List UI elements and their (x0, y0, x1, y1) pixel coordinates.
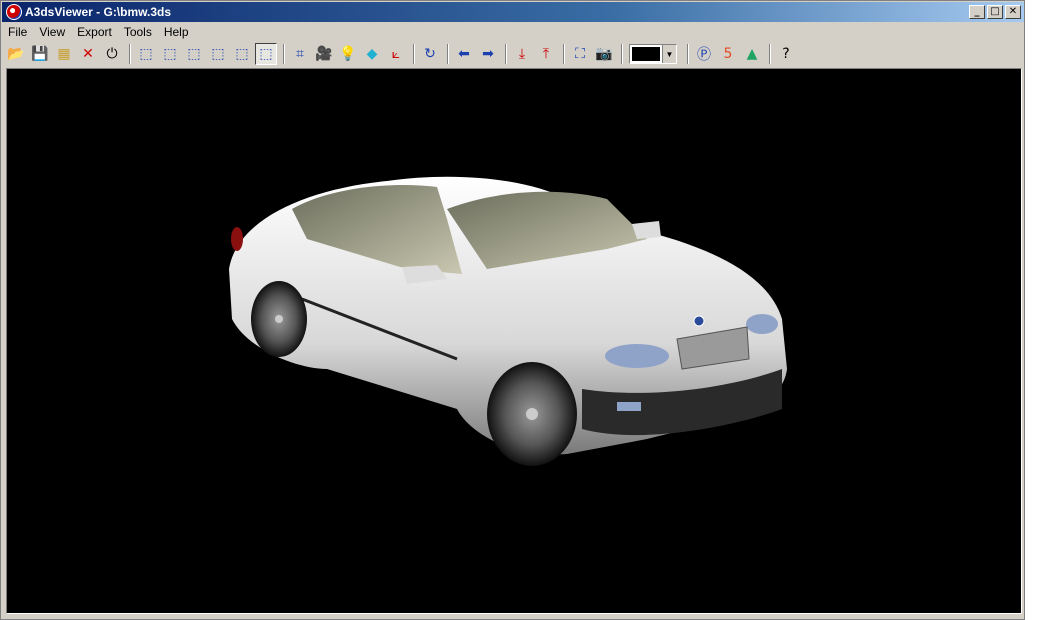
close-file-button[interactable]: ✕ (77, 43, 99, 65)
view-top-button[interactable]: ⬚ (231, 43, 253, 65)
open-folder-icon: 📂 (7, 46, 25, 62)
chevron-down-icon[interactable]: ▼ (662, 45, 676, 63)
maximize-button[interactable]: □ (987, 5, 1003, 19)
view-right-icon: ⬚ (211, 46, 225, 62)
menu-help[interactable]: Help (158, 23, 195, 41)
light-bulb-icon: 💡 (339, 46, 357, 62)
fit-view-icon: ⛶ (575, 46, 585, 62)
camera-reel-button[interactable]: 🎥 (313, 43, 335, 65)
google-drive-icon: ▲ (746, 46, 758, 62)
3d-viewport[interactable] (6, 68, 1022, 614)
view-right-button[interactable]: ⬚ (207, 43, 229, 65)
toolbar-separator (687, 44, 689, 64)
toolbar-separator (563, 44, 565, 64)
cube-button[interactable]: ◆ (361, 43, 383, 65)
google-drive-button[interactable]: ▲ (741, 43, 763, 65)
view-left-button[interactable]: ⬚ (183, 43, 205, 65)
menu-view[interactable]: View (33, 23, 71, 41)
move-up-button[interactable]: ⤒ (535, 43, 557, 65)
camera-reel-icon: 🎥 (315, 46, 333, 62)
html5-icon: 5 (723, 46, 733, 62)
axes-button[interactable]: ⟀ (385, 43, 407, 65)
fit-view-button[interactable]: ⛶ (569, 43, 591, 65)
arrow-left-icon: ⬅ (458, 46, 470, 62)
app-window: A3dsViewer - G:\bmw.3ds _ □ ✕ File View … (0, 0, 1025, 620)
close-button[interactable]: ✕ (1005, 5, 1021, 19)
save-icon: 💾 (31, 46, 49, 62)
power-icon: ⏻ (106, 46, 118, 62)
title-bar: A3dsViewer - G:\bmw.3ds _ □ ✕ (2, 2, 1024, 22)
toolbar-separator (447, 44, 449, 64)
view-perspective-button[interactable]: ⬚ (255, 43, 277, 65)
toolbar-separator (505, 44, 507, 64)
power-button[interactable]: ⏻ (101, 43, 123, 65)
menu-export[interactable]: Export (71, 23, 118, 41)
grid-button[interactable]: ▦ (53, 43, 75, 65)
view-front-icon: ⬚ (139, 46, 153, 62)
move-down-button[interactable]: ⤓ (511, 43, 533, 65)
html5-button[interactable]: 5 (717, 43, 739, 65)
wireframe-icon: ⌗ (296, 46, 304, 62)
menu-bar: File View Export Tools Help (2, 23, 1024, 41)
wireframe-button[interactable]: ⌗ (289, 43, 311, 65)
view-perspective-icon: ⬚ (259, 46, 273, 62)
toolbar: 📂 💾 ▦ ✕ ⏻ ⬚ ⬚ ⬚ ⬚ ⬚ ⬚ ⌗ 🎥 💡 ◆ ⟀ ↻ ⬅ ➡ ⤓ ⤒ ⛶ 📷 ▼ Ⓟ 5 ▲? (5, 42, 799, 66)
view-front-button[interactable]: ⬚ (135, 43, 157, 65)
axes-icon: ⟀ (391, 46, 401, 62)
rotate-icon: ↻ (424, 46, 436, 62)
color-swatch (632, 47, 660, 61)
desktop-edge (1025, 0, 1037, 620)
car-model-render (229, 176, 787, 466)
menu-tools[interactable]: Tools (118, 23, 158, 41)
screenshot-camera-button[interactable]: 📷 (593, 43, 615, 65)
app-logo-icon[interactable] (6, 4, 22, 20)
toolbar-separator (621, 44, 623, 64)
move-up-icon: ⤒ (542, 46, 550, 62)
open-folder-button[interactable]: 📂 (5, 43, 27, 65)
toolbar-separator (129, 44, 131, 64)
arrow-right-icon: ➡ (482, 46, 494, 62)
minimize-button[interactable]: _ (969, 5, 985, 19)
paypal-icon: Ⓟ (697, 47, 711, 63)
move-down-icon: ⤓ (518, 46, 526, 62)
view-left-icon: ⬚ (187, 46, 201, 62)
close-file-icon: ✕ (82, 46, 94, 62)
light-bulb-button[interactable]: 💡 (337, 43, 359, 65)
help-button[interactable]: ? (775, 43, 797, 65)
toolbar-separator (283, 44, 285, 64)
view-top-icon: ⬚ (235, 46, 249, 62)
background-color-select[interactable]: ▼ (629, 44, 677, 64)
toolbar-separator (769, 44, 771, 64)
rotate-button[interactable]: ↻ (419, 43, 441, 65)
help-icon: ? (782, 46, 790, 62)
view-back-icon: ⬚ (163, 46, 177, 62)
arrow-left-button[interactable]: ⬅ (453, 43, 475, 65)
save-button[interactable]: 💾 (29, 43, 51, 65)
paypal-button[interactable]: Ⓟ (693, 43, 715, 65)
view-back-button[interactable]: ⬚ (159, 43, 181, 65)
arrow-right-button[interactable]: ➡ (477, 43, 499, 65)
menu-file[interactable]: File (2, 23, 33, 41)
window-title: A3dsViewer - G:\bmw.3ds (25, 5, 172, 19)
cube-icon: ◆ (366, 46, 378, 62)
screenshot-camera-icon: 📷 (595, 46, 613, 62)
grid-icon: ▦ (57, 46, 71, 62)
toolbar-separator (413, 44, 415, 64)
